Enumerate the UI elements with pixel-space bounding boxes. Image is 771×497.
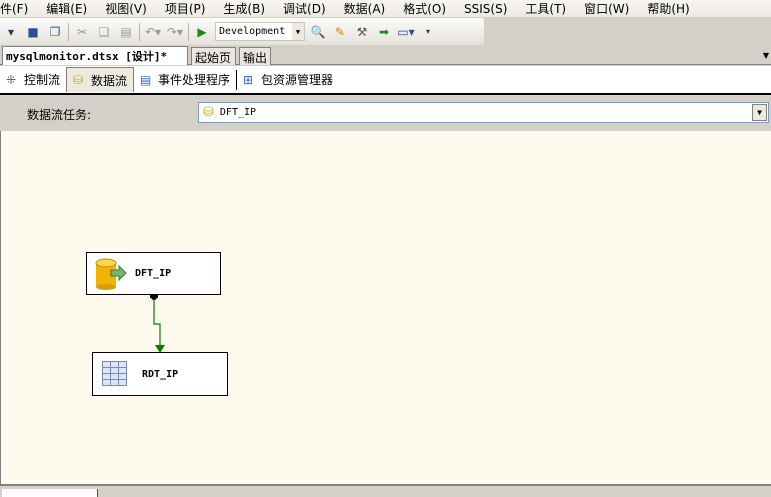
tab-output[interactable]: 输出 [239,47,271,65]
menu-bar: 件(F) 编辑(E) 视图(V) 项目(P) 生成(B) 调试(D) 数据(A)… [0,0,771,17]
tab-package-explorer[interactable]: ⊞ 包资源管理器 [237,67,339,92]
separator [188,22,189,41]
data-flow-icon: ⛁ [73,73,84,87]
task-selector-row: 数据流任务: ⛁ DFT_IP ▼ [0,96,771,131]
tab-data-flow[interactable]: ⛁ 数据流 [66,67,135,92]
menu-tools[interactable]: 工具(T) [525,0,566,17]
data-flow-task-value: DFT_IP [219,107,257,118]
chevron-down-icon[interactable]: ▼ [752,104,767,121]
node-label: RDT_IP [142,368,179,380]
menu-build[interactable]: 生成(B) [223,0,265,17]
document-tabs: mysqlmonitor.dtsx [设计]* 起始页 输出 ▼ [0,46,771,65]
menu-project[interactable]: 项目(P) [165,0,206,17]
menu-file[interactable]: 件(F) [0,0,28,17]
event-handler-icon: ▤ [140,72,152,87]
redo-icon[interactable]: ↷▾ [166,23,184,41]
separator [68,22,69,41]
configuration-value: Development [219,26,286,37]
data-flow-task-label: 数据流任务: [27,108,92,122]
cut-icon[interactable]: ✂ [73,23,91,41]
data-flow-task-select[interactable]: ⛁ DFT_IP ▼ [198,102,769,123]
save-all-icon[interactable]: ❐ [46,23,64,41]
import-icon[interactable]: ➡ [375,23,393,41]
package-explorer-icon: ⊞ [243,72,254,87]
node-label: DFT_IP [135,268,172,279]
data-path[interactable] [1,131,771,484]
table-destination-icon [102,361,127,386]
copy-icon[interactable]: ❏ [95,23,113,41]
designer-tabs: ⁜ 控制流 ⛁ 数据流 ▤ 事件处理程序 ⊞ 包资源管理器 [0,66,771,95]
menu-data[interactable]: 数据(A) [344,0,386,17]
save-icon[interactable]: ■ [24,23,42,41]
tab-control-flow[interactable]: ⁜ 控制流 [0,67,66,92]
bottom-tab-strip [0,484,771,497]
separator [139,22,140,41]
command-window-icon[interactable]: ▭▾ [397,23,415,41]
control-flow-icon: ⁜ [6,72,17,87]
chevron-down-icon[interactable]: ▼ [292,23,304,40]
menu-edit[interactable]: 编辑(E) [46,0,87,17]
tab-event-handlers[interactable]: ▤ 事件处理程序 [134,67,236,92]
connection-managers-tab[interactable] [2,489,98,497]
undo-icon[interactable]: ↶▾ [144,23,162,41]
menu-debug[interactable]: 调试(D) [283,0,326,17]
paste-icon[interactable]: ▤ [117,23,135,41]
menu-help[interactable]: 帮助(H) [647,0,689,17]
database-source-icon [95,258,127,290]
menu-ssis[interactable]: SSIS(S) [464,2,507,16]
menu-window[interactable]: 窗口(W) [584,0,629,17]
tab-label: 数据流 [91,73,128,88]
source-component-dft-ip[interactable]: DFT_IP [86,252,221,295]
properties-icon[interactable]: ✎ [331,23,349,41]
new-dropdown-icon[interactable]: ▾ [2,23,20,41]
toolbar-overflow-icon[interactable]: ▾ [419,23,437,41]
find-icon[interactable]: 🔍 [309,23,327,41]
menu-format[interactable]: 格式(O) [403,0,446,17]
configuration-select[interactable]: Development ▼ [215,22,305,41]
tab-start-page[interactable]: 起始页 [191,47,236,65]
toolbox-icon[interactable]: ⚒ [353,23,371,41]
menu-view[interactable]: 视图(V) [105,0,147,17]
data-flow-icon: ⛁ [203,105,214,120]
tab-label: 事件处理程序 [158,73,231,87]
tab-label: 包资源管理器 [261,73,334,87]
design-canvas[interactable]: DFT_IP RDT_IP [0,131,771,484]
toolbar: ▾ ■ ❐ ✂ ❏ ▤ ↶▾ ↷▾ ▶ Development ▼ 🔍 ✎ ⚒ ➡… [0,18,484,45]
tab-mysqlmonitor[interactable]: mysqlmonitor.dtsx [设计]* [2,46,188,65]
tab-list-dropdown-icon[interactable]: ▼ [763,51,769,60]
start-debug-icon[interactable]: ▶ [193,23,211,41]
tab-label: 控制流 [24,73,61,87]
destination-component-rdt-ip[interactable]: RDT_IP [92,352,228,396]
